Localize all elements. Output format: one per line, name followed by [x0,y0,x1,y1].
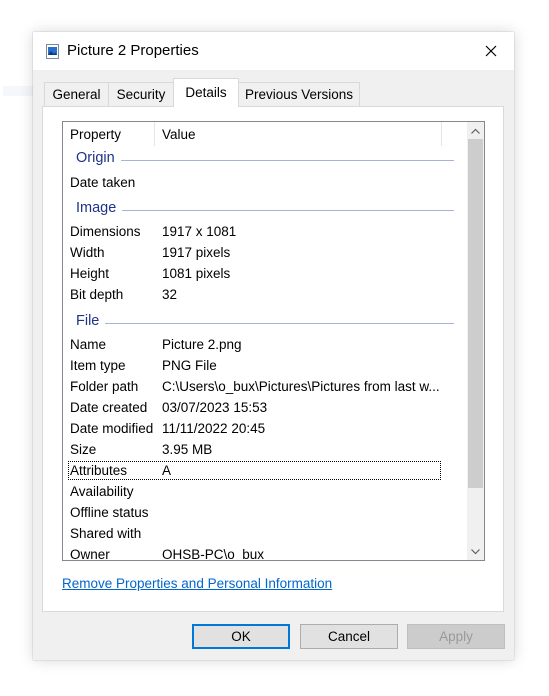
tab-security[interactable]: Security [108,82,174,106]
table-row[interactable]: Date created 03/07/2023 15:53 [63,398,468,419]
apply-button[interactable]: Apply [407,624,505,649]
picture-file-icon [46,44,59,59]
property-name: Date created [70,400,148,415]
property-name: Width [70,245,105,260]
vertical-scrollbar[interactable] [467,122,484,560]
table-row-focused[interactable]: Attributes A [63,461,468,482]
property-name: Bit depth [70,287,124,302]
table-row[interactable]: Date modified 11/11/2022 20:45 [63,419,468,440]
group-file[interactable]: File [63,312,468,333]
table-row[interactable]: Offline status [63,503,468,524]
property-value: 3.95 MB [162,442,213,457]
table-row[interactable]: Dimensions 1917 x 1081 [63,222,468,243]
chevron-down-icon [471,548,480,554]
tab-general[interactable]: General [44,82,109,106]
table-row[interactable]: Item type PNG File [63,356,468,377]
property-name: Offline status [70,505,149,520]
remove-properties-link[interactable]: Remove Properties and Personal Informati… [62,576,332,591]
table-row[interactable]: Availability [63,482,468,503]
property-name: Name [70,337,107,352]
property-name: Height [70,266,110,281]
tab-details[interactable]: Details [173,78,239,107]
property-name: Folder path [70,379,139,394]
tab-previous-versions[interactable]: Previous Versions [238,82,360,106]
table-row[interactable]: Date taken [63,173,468,194]
property-value: 11/11/2022 20:45 [162,421,266,436]
scrollbar-thumb[interactable] [468,139,483,488]
group-label: File [76,313,106,329]
table-row[interactable]: Bit depth 32 [63,285,468,306]
scroll-up-button[interactable] [467,122,484,139]
property-name: Attributes [70,463,128,478]
table-row[interactable]: Name Picture 2.png [63,335,468,356]
property-value: 32 [162,287,178,302]
property-name: Item type [70,358,126,373]
property-name: Availability [70,484,134,499]
column-header-value[interactable]: Value [162,127,196,142]
property-value: 03/07/2023 15:53 [162,400,268,415]
details-list[interactable]: Property Value Origin Date taken Image D… [62,121,485,561]
column-header: Property Value [63,122,468,146]
group-label: Image [76,200,123,216]
table-row[interactable]: Owner OHSB-PC\o_bux [63,545,468,560]
group-image[interactable]: Image [63,199,468,220]
close-icon [485,45,497,57]
chevron-up-icon [471,128,480,134]
property-value: A [162,463,172,478]
group-label: Origin [76,150,121,166]
list-content: Property Value Origin Date taken Image D… [63,122,468,560]
property-name: Date taken [70,175,136,190]
property-value: 1081 pixels [162,266,231,281]
property-value: PNG File [162,358,217,373]
properties-dialog: Picture 2 Properties General Security De… [33,32,514,660]
table-row[interactable]: Width 1917 pixels [63,243,468,264]
property-name: Date modified [70,421,154,436]
column-divider[interactable] [441,122,442,146]
close-button[interactable] [468,32,514,70]
property-value: OHSB-PC\o_bux [162,547,265,560]
dialog-title: Picture 2 Properties [67,42,199,59]
scroll-down-button[interactable] [467,543,484,560]
details-panel: Property Value Origin Date taken Image D… [42,106,504,612]
table-row[interactable]: Height 1081 pixels [63,264,468,285]
table-row[interactable]: Shared with [63,524,468,545]
group-divider [76,160,454,161]
column-divider[interactable] [154,122,155,146]
property-value: C:\Users\o_bux\Pictures\Pictures from la… [162,379,440,394]
property-name: Dimensions [70,224,141,239]
group-origin[interactable]: Origin [63,149,468,170]
group-divider [76,323,454,324]
property-name: Shared with [70,526,142,541]
table-row[interactable]: Folder path C:\Users\o_bux\Pictures\Pict… [63,377,468,398]
property-name: Owner [70,547,110,560]
ok-button[interactable]: OK [192,624,290,649]
property-value: 1917 x 1081 [162,224,237,239]
column-header-property[interactable]: Property [70,127,121,142]
table-row[interactable]: Size 3.95 MB [63,440,468,461]
property-value: Picture 2.png [162,337,242,352]
title-bar: Picture 2 Properties [33,32,514,70]
property-value: 1917 pixels [162,245,231,260]
cancel-button[interactable]: Cancel [300,624,398,649]
property-name: Size [70,442,97,457]
group-divider [76,210,454,211]
